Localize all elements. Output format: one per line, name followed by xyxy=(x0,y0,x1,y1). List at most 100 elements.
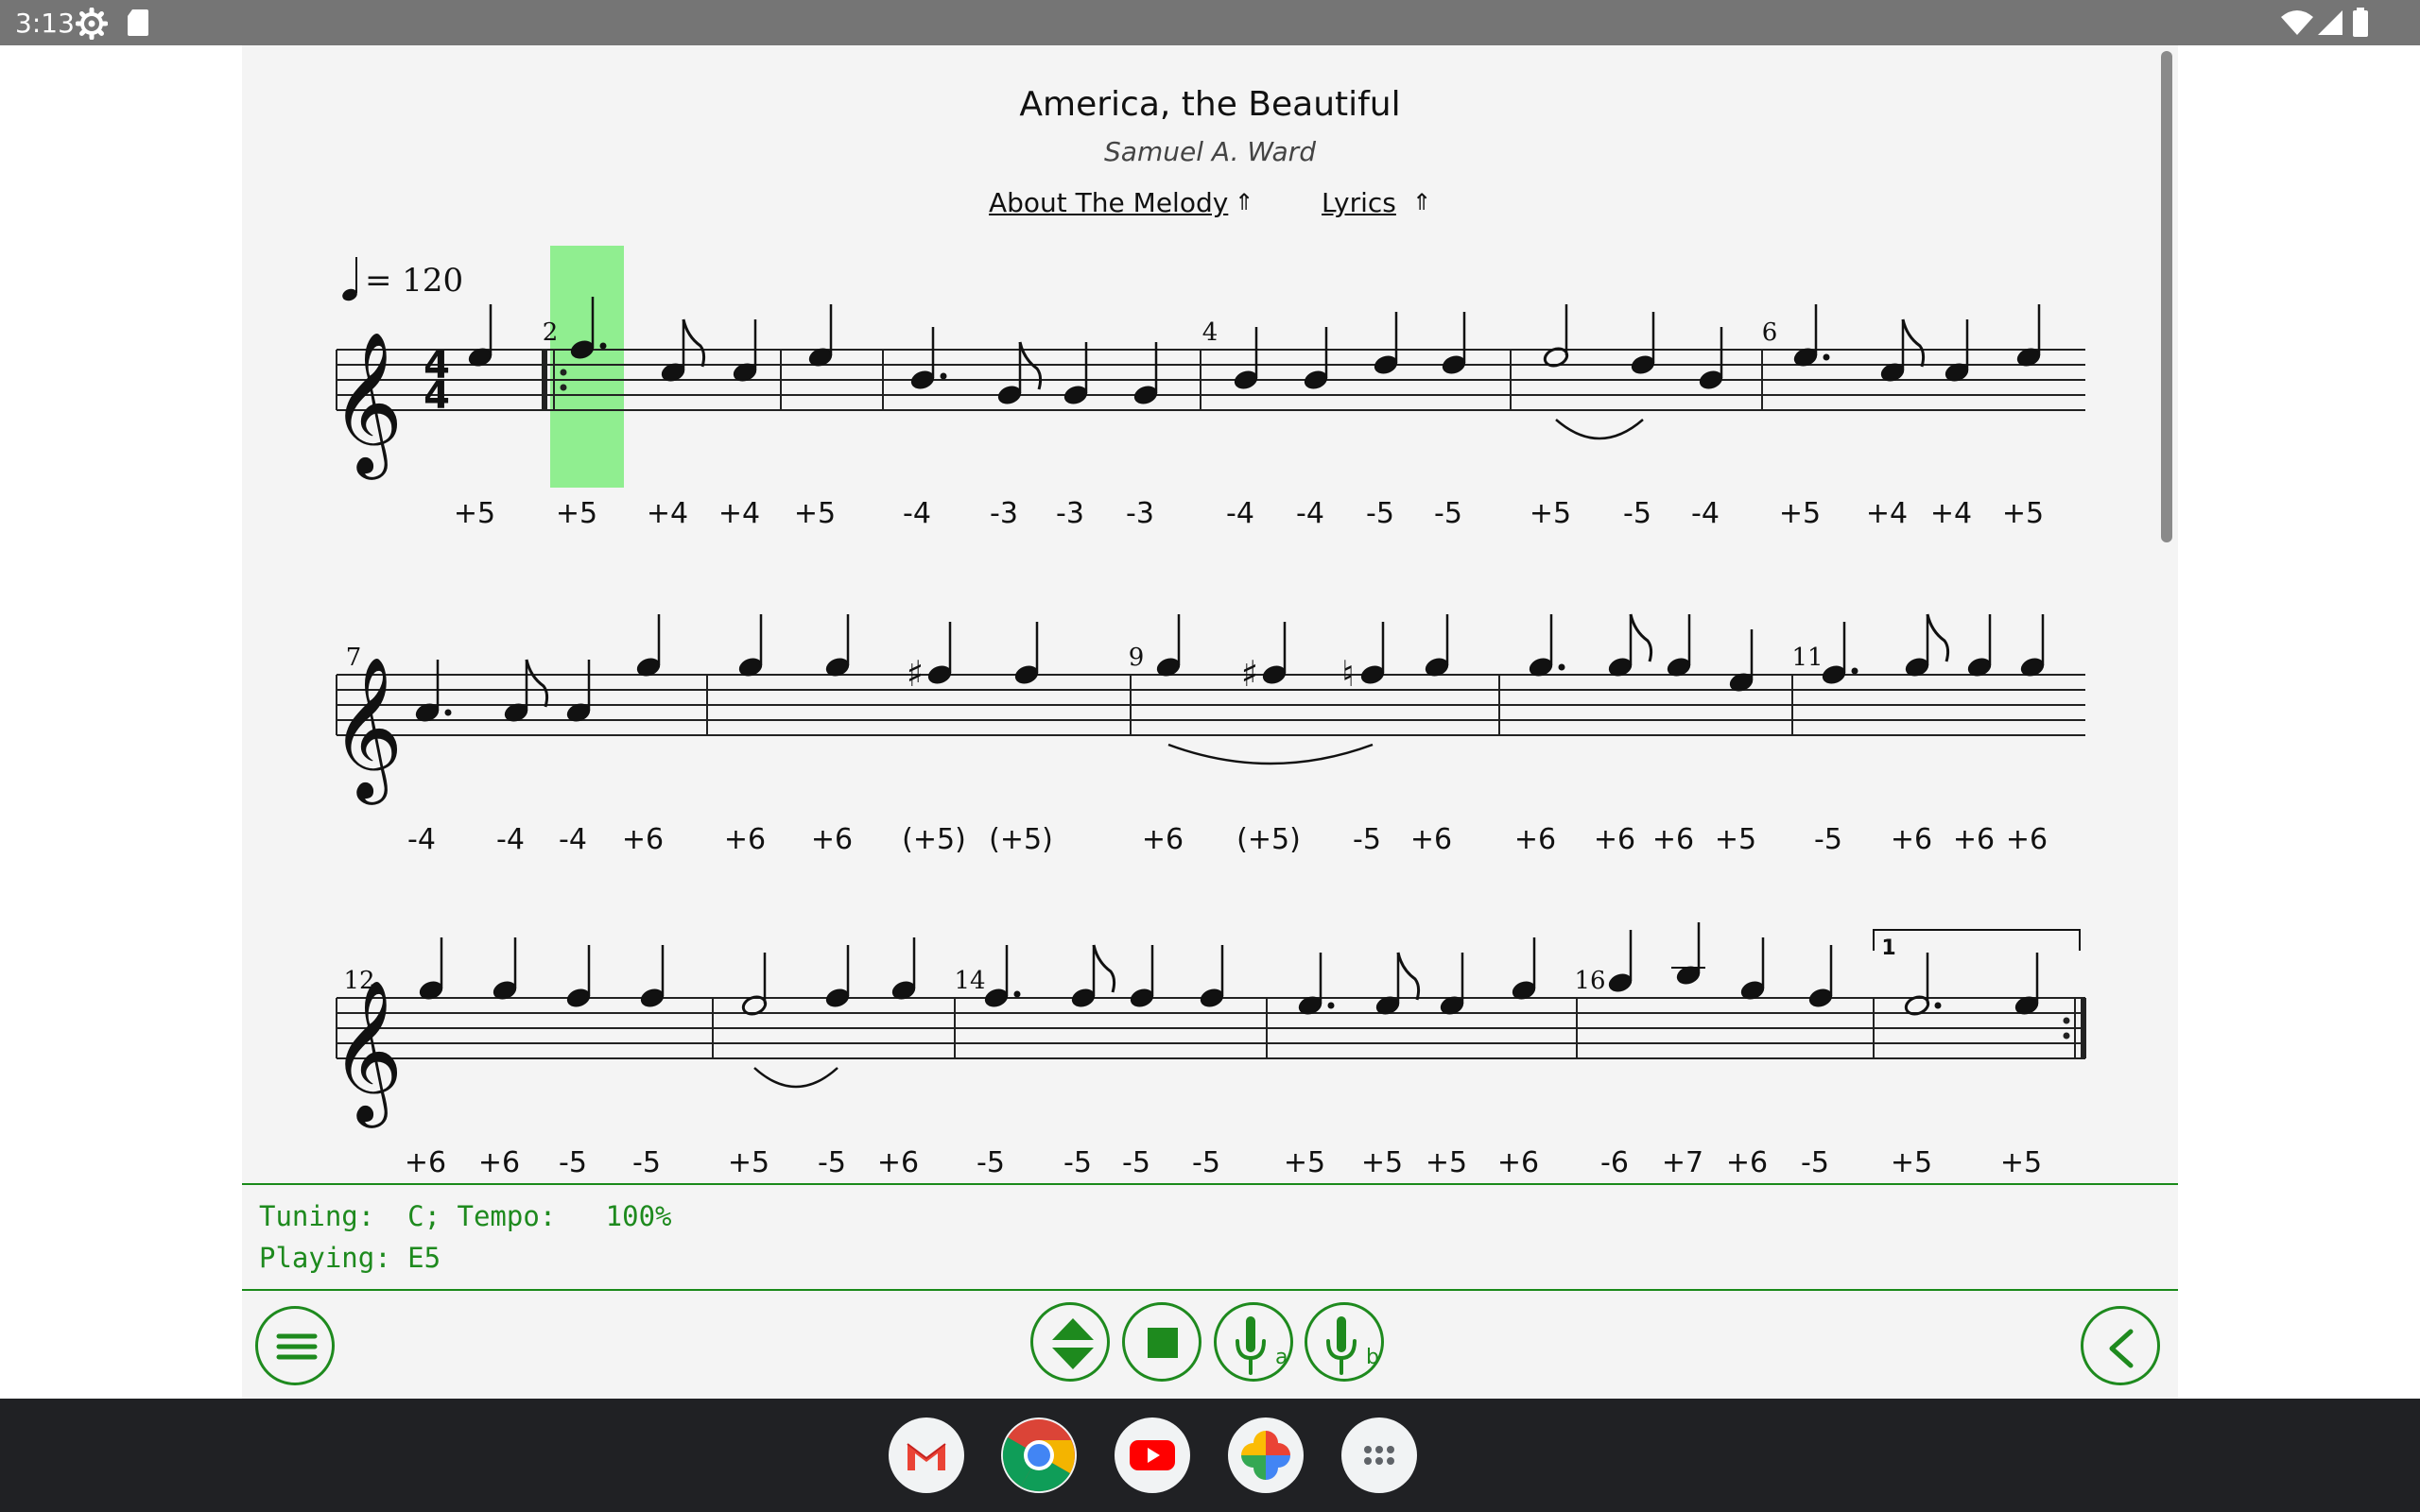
photos-app[interactable] xyxy=(1228,1418,1304,1493)
note xyxy=(1631,312,1655,374)
hole-label: -5 xyxy=(1801,1146,1829,1179)
hole-label: +4 xyxy=(1930,497,1972,530)
hole-label: +6 xyxy=(1726,1146,1768,1179)
hole-label: -5 xyxy=(1353,823,1381,856)
note xyxy=(1667,614,1691,677)
chrome-app[interactable] xyxy=(1001,1418,1077,1493)
gmail-app[interactable] xyxy=(889,1418,964,1493)
hole-label: +5 xyxy=(1361,1146,1403,1179)
hole-label: +5 xyxy=(1891,1146,1932,1179)
note xyxy=(1133,342,1158,404)
note xyxy=(1063,342,1088,404)
hole-label: +6 xyxy=(622,823,664,856)
dot xyxy=(1558,663,1565,671)
hole-label: +6 xyxy=(478,1146,520,1179)
app-launcher[interactable] xyxy=(1341,1418,1417,1493)
note xyxy=(1130,945,1154,1007)
info-panel: Tuning: C; Tempo: 100% Playing: E5 xyxy=(242,1183,2178,1291)
hole-label: -5 xyxy=(559,1146,587,1179)
hole-label: +6 xyxy=(811,823,853,856)
treble-clef-icon: 𝄞 xyxy=(331,978,404,1128)
hole-label: -3 xyxy=(1056,497,1084,530)
harmonica-a-icon: a xyxy=(1236,1316,1288,1375)
treble-clef-icon: 𝄞 xyxy=(331,655,404,805)
expand-collapse-button[interactable] xyxy=(1030,1302,1110,1382)
note xyxy=(493,937,517,1000)
back-icon xyxy=(2109,1329,2134,1368)
hole-label: -3 xyxy=(990,497,1018,530)
note xyxy=(1905,613,1950,677)
note xyxy=(1442,312,1466,374)
staff-row-2 xyxy=(336,613,2085,765)
measure-number: 11 xyxy=(1791,644,1823,672)
hole-label: +6 xyxy=(1953,823,1995,856)
note xyxy=(984,945,1021,1007)
photos-icon xyxy=(1241,1431,1290,1480)
note xyxy=(1014,622,1039,684)
repeat-dot xyxy=(2063,1032,2070,1040)
hole-label: -4 xyxy=(1296,497,1324,530)
hole-label: -3 xyxy=(1126,497,1154,530)
hole-label: (+5) xyxy=(1236,823,1301,856)
menu-icon xyxy=(276,1333,318,1360)
note xyxy=(733,319,757,382)
note xyxy=(1200,945,1224,1007)
volta-bracket xyxy=(1873,929,2081,951)
hole-label: -5 xyxy=(1122,1146,1150,1179)
hole-label: +5 xyxy=(1715,823,1756,856)
taskbar xyxy=(0,1399,2420,1512)
svg-text:b: b xyxy=(1366,1346,1379,1369)
measure-number: 14 xyxy=(954,967,985,995)
note xyxy=(2016,304,2041,367)
note xyxy=(741,953,768,1016)
hole-label: +5 xyxy=(1426,1146,1467,1179)
note xyxy=(891,937,916,1000)
hole-label: +6 xyxy=(1891,823,1932,856)
hole-label: +6 xyxy=(2006,823,2048,856)
youtube-app[interactable] xyxy=(1115,1418,1190,1493)
note xyxy=(1793,304,1830,367)
dot xyxy=(1327,1002,1335,1009)
note xyxy=(1304,327,1328,389)
hole-label: (+5) xyxy=(989,823,1053,856)
note xyxy=(825,614,850,677)
harmonica-a-button[interactable]: a xyxy=(1214,1302,1293,1382)
note xyxy=(1729,629,1754,692)
hole-label: -4 xyxy=(1226,497,1254,530)
back-button[interactable] xyxy=(2081,1306,2160,1385)
note xyxy=(1880,318,1926,382)
measure-number: 7 xyxy=(346,644,362,672)
hole-label: -5 xyxy=(1814,823,1842,856)
sharp-icon: ♯ xyxy=(1241,653,1258,695)
score-view[interactable]: America, the Beautiful Samuel A. Ward Ab… xyxy=(242,45,2178,1183)
time-signature-bottom: 4 xyxy=(424,374,450,418)
hole-label: +6 xyxy=(724,823,766,856)
clock: 3:13 xyxy=(15,8,75,39)
hole-label: -6 xyxy=(1600,1146,1629,1179)
harmonica-b-button[interactable]: b xyxy=(1305,1302,1384,1382)
repeat-dot xyxy=(2063,1017,2070,1024)
volta-number: 1 xyxy=(1881,936,1895,960)
hole-label: +5 xyxy=(1779,497,1821,530)
hole-label: +5 xyxy=(2000,1146,2042,1179)
measure-number: 4 xyxy=(1202,318,1219,347)
hole-label: -4 xyxy=(1691,497,1720,530)
note xyxy=(1360,622,1385,684)
note xyxy=(927,622,952,684)
harmonica-b-icon: b xyxy=(1326,1316,1379,1375)
note xyxy=(468,304,493,367)
measure-number: 9 xyxy=(1129,644,1145,672)
measure-number: 2 xyxy=(543,318,559,347)
slur xyxy=(753,1067,838,1089)
scrollbar[interactable] xyxy=(2161,51,2172,542)
note xyxy=(738,614,763,677)
stop-button[interactable] xyxy=(1122,1302,1201,1382)
playing-note-text: Playing: E5 xyxy=(259,1242,441,1274)
harmonica-app: America, the Beautiful Samuel A. Ward Ab… xyxy=(242,45,2178,1399)
menu-button[interactable] xyxy=(255,1306,335,1385)
hole-label: +4 xyxy=(718,497,760,530)
expand-collapse-icon xyxy=(1052,1318,1094,1369)
hole-label: -4 xyxy=(496,823,525,856)
measure-number: 12 xyxy=(343,967,374,995)
note xyxy=(1529,614,1565,677)
